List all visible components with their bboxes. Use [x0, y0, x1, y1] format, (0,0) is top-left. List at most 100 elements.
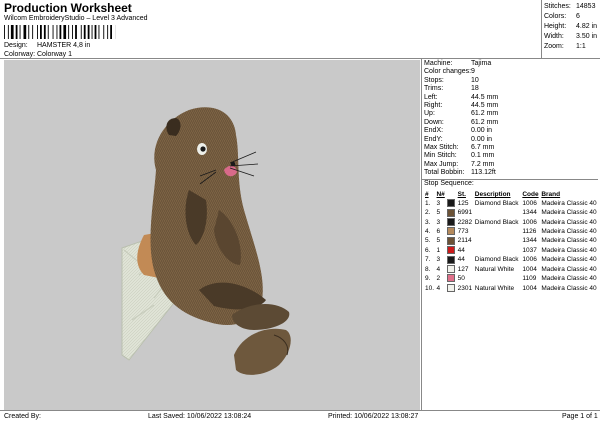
hamster-embroidery-image [121, 107, 291, 375]
machine-info-label: EndX: [424, 127, 444, 135]
machine-info-row: EndX: 0.00 in [424, 127, 598, 135]
stop-sequence-row: 3. 3 2282 Diamond Black 1006 Madeira Classic … [424, 217, 600, 227]
stitch-count: 2282 [457, 218, 473, 226]
machine-info-value: 61.2 mm [471, 110, 499, 118]
barcode-image [4, 25, 116, 39]
thread-description [474, 246, 522, 255]
page-number: Page 1 of 1 [562, 413, 598, 420]
stop-number: 1. [425, 199, 431, 207]
machine-info-label: EndY: [424, 135, 443, 143]
machine-info-label: Up: [424, 110, 435, 118]
machine-info-label: Down: [424, 118, 444, 126]
machine-info-value: 6.7 mm [471, 143, 495, 151]
color-swatch [446, 236, 456, 245]
machine-info-row: Up: 61.2 mm [424, 110, 598, 118]
col-header-needle: N# [436, 190, 445, 198]
stop-sequence-header-row: # N# St. Description Code Brand [424, 190, 600, 199]
machine-info-row: Max Stitch: 6.7 mm [424, 144, 598, 152]
thread-brand: Madeira Classic 40 [541, 265, 597, 273]
machine-info-value: 10 [471, 76, 479, 84]
stop-number: 7. [425, 256, 431, 264]
panel-divider [421, 58, 422, 410]
thread-color-swatch [447, 274, 456, 283]
machine-info-label: Right: [424, 101, 443, 109]
machine-info-label: Trims: [424, 85, 444, 93]
stitch-count: 50 [457, 275, 465, 283]
colorway-value: Colorway 1 [37, 51, 73, 58]
machine-info-value: Tajima [471, 60, 492, 67]
thread-description: Diamond Black [474, 256, 519, 264]
stop-number: 3. [425, 218, 431, 226]
stat-colors: Colors: 6 [544, 13, 580, 20]
stat-height: Height: 4.82 in [544, 23, 598, 30]
needle-number: 1 [436, 246, 441, 254]
machine-info-row: Stops: 10 [424, 77, 598, 85]
created-by: Created By: [4, 413, 41, 420]
needle-number: 5 [436, 209, 441, 217]
machine-info-value: 113.12ft [471, 169, 496, 177]
machine-info-value: 7.2 mm [471, 160, 495, 168]
machine-info-row: Min Stitch: 0.1 mm [424, 152, 598, 160]
machine-info-panel: Machine: Tajima Color changes: 9 Stops: 10 Tri… [422, 60, 600, 293]
needle-number: 4 [436, 284, 441, 292]
thread-color-swatch [447, 208, 456, 217]
machine-info-row: Total Bobbin: 113.12ft [424, 169, 598, 177]
thread-description [474, 236, 522, 245]
thread-code: 1109 [522, 275, 537, 283]
thread-color-swatch [447, 283, 456, 292]
color-swatch [446, 283, 456, 293]
thread-brand: Madeira Classic 40 [541, 209, 597, 217]
machine-info-value: 44.5 mm [471, 101, 499, 109]
thread-brand: Madeira Classic 40 [541, 284, 597, 292]
stop-sequence-row: 10. 4 2301 Natural White 1004 Madeira Classic… [424, 283, 600, 293]
stop-sequence-row: 6. 1 44 1037 Madeira Classic 40 [424, 246, 600, 255]
machine-info-row: Color changes: 9 [424, 68, 598, 76]
thread-code: 1006 [522, 218, 537, 226]
machine-info-label: Max Stitch: [424, 143, 459, 151]
stitch-count: 44 [457, 246, 465, 254]
thread-code: 1344 [522, 237, 537, 245]
thread-brand: Madeira Classic 40 [541, 199, 597, 207]
thread-code: 1004 [522, 265, 537, 273]
stop-sequence-row: 2. 5 6991 1344 Madeira Classic 40 [424, 208, 600, 217]
machine-info-label: Max Jump: [424, 160, 459, 168]
needle-number: 3 [436, 256, 441, 264]
color-swatch [446, 246, 456, 255]
stop-sequence-row: 4. 6 773 1126 Madeira Classic 40 [424, 227, 600, 236]
stat-stitches: Stitches: 14853 [544, 3, 596, 10]
color-swatch [446, 199, 456, 208]
thread-brand: Madeira Classic 40 [541, 275, 597, 283]
stop-number: 10. [425, 284, 435, 292]
stitch-count: 2114 [457, 237, 472, 245]
stop-sequence-row: 9. 2 50 1109 Madeira Classic 40 [424, 274, 600, 283]
thread-color-swatch [447, 217, 456, 226]
design-value: HAMSTER 4,8 in [37, 42, 91, 49]
design-preview-canvas [4, 60, 420, 410]
thread-color-swatch [447, 236, 456, 245]
machine-info-label: Left: [424, 93, 438, 101]
col-header-stitches: St. [457, 190, 466, 198]
stop-number: 4. [425, 228, 431, 236]
thread-color-swatch [447, 264, 456, 273]
thread-code: 1004 [522, 284, 537, 292]
thread-description: Diamond Black [474, 218, 519, 226]
machine-info-label: Total Bobbin: [424, 169, 465, 177]
stop-number: 6. [425, 246, 431, 254]
color-swatch [446, 217, 456, 227]
stitch-count: 127 [457, 265, 469, 273]
thread-brand: Madeira Classic 40 [541, 228, 597, 236]
thread-color-swatch [447, 255, 456, 264]
thread-description [474, 274, 522, 283]
needle-number: 4 [436, 265, 441, 273]
stitch-count: 773 [457, 228, 469, 236]
needle-number: 5 [436, 237, 441, 245]
col-header-swatch [446, 190, 456, 199]
printed-date: Printed: 10/06/2022 13:08:27 [328, 413, 419, 420]
stitch-count: 44 [457, 256, 465, 264]
thread-code: 1006 [522, 199, 537, 207]
software-subtitle: Wilcom EmbroideryStudio – Level 3 Advanc… [4, 15, 148, 22]
stop-sequence-row: 7. 3 44 Diamond Black 1006 Madeira Classic 40 [424, 255, 600, 264]
machine-info-label: Color changes: [424, 68, 472, 76]
thread-description: Diamond Black [474, 199, 519, 207]
last-saved: Last Saved: 10/06/2022 13:08:24 [148, 413, 252, 420]
